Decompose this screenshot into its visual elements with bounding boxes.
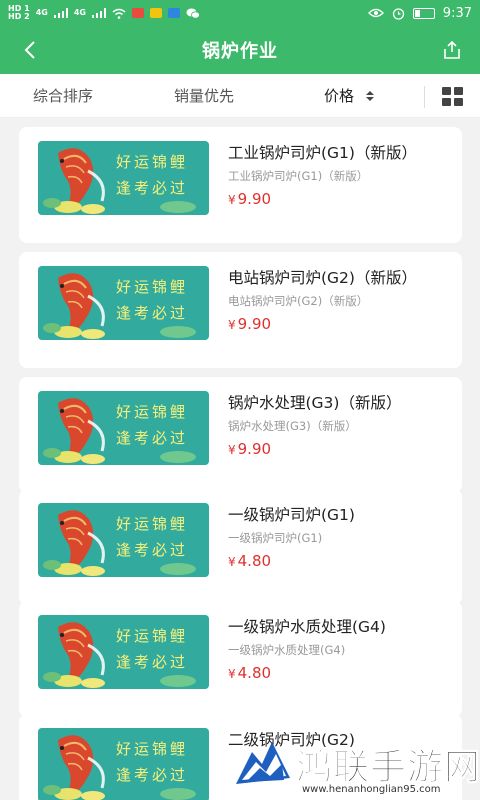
product-info: 工业锅炉司炉(G1)（新版） 工业锅炉司炉(G1)（新版） ¥9.90 bbox=[228, 141, 448, 208]
product-subtitle: 电站锅炉司炉(G2)（新版） bbox=[228, 294, 369, 308]
grid-cell-icon bbox=[453, 86, 463, 95]
product-info: 一级锅炉司炉(G1) 一级锅炉司炉(G1) ¥4.80 bbox=[228, 503, 448, 570]
product-title: 一级锅炉水质处理(G4) bbox=[228, 618, 386, 636]
site-watermark: 鸿联手游网 www.henanhonglian95.com bbox=[230, 728, 480, 800]
thumbnail-line-2: 逢考必过 bbox=[116, 304, 189, 322]
product-card[interactable]: 好运锦鲤 逢考必过 锅炉水处理(G3)（新版） 锅炉水处理(G3)（新版） ¥9… bbox=[19, 377, 462, 493]
product-info: 电站锅炉司炉(G2)（新版） 电站锅炉司炉(G2)（新版） ¥9.90 bbox=[228, 266, 448, 333]
currency-symbol: ¥ bbox=[228, 443, 236, 457]
status-right: 9:37 bbox=[367, 5, 472, 21]
price-value: 9.90 bbox=[237, 315, 272, 333]
thumbnail-line-2: 逢考必过 bbox=[116, 179, 189, 197]
currency-symbol: ¥ bbox=[228, 667, 236, 681]
signal-icon bbox=[53, 8, 68, 18]
network-2-label: 4G bbox=[73, 8, 86, 17]
product-thumbnail: 好运锦鲤 逢考必过 bbox=[38, 266, 209, 340]
grid-cell-icon bbox=[441, 97, 451, 106]
price-value: 9.90 bbox=[237, 440, 272, 458]
share-icon bbox=[444, 40, 460, 59]
thumbnail-line-1: 好运锦鲤 bbox=[116, 740, 189, 758]
sort-tab-comprehensive[interactable]: 综合排序 bbox=[33, 74, 93, 118]
eye-icon bbox=[367, 8, 384, 18]
product-thumbnail: 好运锦鲤 逢考必过 bbox=[38, 141, 209, 215]
sim-labels: HD 1 HD 2 bbox=[8, 5, 30, 21]
thumbnail-line-1: 好运锦鲤 bbox=[116, 403, 189, 421]
product-title: 工业锅炉司炉(G1)（新版） bbox=[228, 144, 417, 162]
thumbnail-line-1: 好运锦鲤 bbox=[116, 278, 189, 296]
watermark-url: www.henanhonglian95.com bbox=[302, 784, 441, 795]
sort-tab-price[interactable]: 价格 bbox=[324, 74, 375, 118]
currency-symbol: ¥ bbox=[228, 555, 236, 569]
product-price: ¥4.80 bbox=[228, 664, 448, 682]
notification-app-icon bbox=[167, 8, 180, 18]
signal-icon bbox=[91, 8, 106, 18]
sort-bar: 综合排序 销量优先 价格 bbox=[0, 74, 480, 118]
product-price: ¥9.90 bbox=[228, 440, 448, 458]
thumbnail-line-1: 好运锦鲤 bbox=[116, 627, 189, 645]
product-subtitle: 工业锅炉司炉(G1)（新版） bbox=[228, 169, 369, 183]
clock: 9:37 bbox=[442, 5, 472, 21]
product-price: ¥4.80 bbox=[228, 552, 448, 570]
sort-arrows-icon bbox=[365, 90, 374, 101]
sort-tab-sales[interactable]: 销量优先 bbox=[174, 74, 234, 118]
product-card[interactable]: 好运锦鲤 逢考必过 一级锅炉司炉(G1) 一级锅炉司炉(G1) ¥4.80 bbox=[19, 489, 462, 605]
product-card[interactable]: 好运锦鲤 逢考必过 电站锅炉司炉(G2)（新版） 电站锅炉司炉(G2)（新版） … bbox=[19, 252, 462, 368]
product-info: 锅炉水处理(G3)（新版） 锅炉水处理(G3)（新版） ¥9.90 bbox=[228, 391, 448, 458]
thumbnail-line-1: 好运锦鲤 bbox=[116, 153, 189, 171]
divider bbox=[424, 86, 425, 108]
thumbnail-line-2: 逢考必过 bbox=[116, 766, 189, 784]
product-thumbnail: 好运锦鲤 逢考必过 bbox=[38, 728, 209, 800]
sort-tab-price-label: 价格 bbox=[324, 87, 355, 105]
bull-logo-icon bbox=[236, 742, 290, 784]
thumbnail-line-1: 好运锦鲤 bbox=[116, 515, 189, 533]
currency-symbol: ¥ bbox=[228, 318, 236, 332]
chevron-left-icon bbox=[24, 41, 35, 59]
product-subtitle: 一级锅炉司炉(G1) bbox=[228, 531, 323, 545]
wechat-icon bbox=[186, 8, 200, 19]
back-button[interactable] bbox=[14, 34, 46, 66]
product-card[interactable]: 好运锦鲤 逢考必过 工业锅炉司炉(G1)（新版） 工业锅炉司炉(G1)（新版） … bbox=[19, 127, 462, 243]
network-1-label: 4G bbox=[35, 8, 48, 17]
product-price: ¥9.90 bbox=[228, 190, 448, 208]
product-thumbnail: 好运锦鲤 逢考必过 bbox=[38, 503, 209, 577]
app-header: HD 1 HD 2 4G 4G 9:37 锅炉作业 bbox=[0, 0, 480, 74]
product-title: 锅炉水处理(G3)（新版） bbox=[228, 394, 402, 412]
sim2-label: HD 2 bbox=[8, 12, 30, 21]
notification-app-icon bbox=[131, 8, 144, 18]
product-info: 一级锅炉水质处理(G4) 一级锅炉水质处理(G4) ¥4.80 bbox=[228, 615, 448, 682]
product-card[interactable]: 好运锦鲤 逢考必过 一级锅炉水质处理(G4) 一级锅炉水质处理(G4) ¥4.8… bbox=[19, 601, 462, 717]
grid-view-toggle[interactable] bbox=[440, 85, 464, 107]
thumbnail-line-2: 逢考必过 bbox=[116, 541, 189, 559]
price-value: 9.90 bbox=[237, 190, 272, 208]
product-subtitle: 锅炉水处理(G3)（新版） bbox=[228, 419, 357, 433]
currency-symbol: ¥ bbox=[228, 193, 236, 207]
product-subtitle: 一级锅炉水质处理(G4) bbox=[228, 643, 346, 657]
product-thumbnail: 好运锦鲤 逢考必过 bbox=[38, 615, 209, 689]
price-value: 4.80 bbox=[237, 552, 272, 570]
grid-cell-icon bbox=[441, 86, 451, 95]
product-title: 电站锅炉司炉(G2)（新版） bbox=[228, 269, 417, 287]
share-button[interactable] bbox=[436, 34, 468, 66]
nav-bar: 锅炉作业 bbox=[0, 26, 480, 74]
grid-cell-icon bbox=[453, 97, 463, 106]
status-bar: HD 1 HD 2 4G 4G 9:37 bbox=[0, 0, 480, 26]
product-title: 一级锅炉司炉(G1) bbox=[228, 506, 355, 524]
status-left: HD 1 HD 2 4G 4G bbox=[8, 5, 200, 21]
product-price: ¥9.90 bbox=[228, 315, 448, 333]
thumbnail-line-2: 逢考必过 bbox=[116, 429, 189, 447]
product-thumbnail: 好运锦鲤 逢考必过 bbox=[38, 391, 209, 465]
wifi-icon bbox=[112, 8, 126, 19]
thumbnail-line-2: 逢考必过 bbox=[116, 653, 189, 671]
watermark-name: 鸿联手游网 bbox=[295, 747, 480, 789]
notification-app-icon bbox=[149, 8, 162, 18]
page-title: 锅炉作业 bbox=[202, 41, 278, 62]
price-value: 4.80 bbox=[237, 664, 272, 682]
alarm-icon bbox=[392, 7, 404, 20]
battery-icon bbox=[412, 7, 435, 19]
